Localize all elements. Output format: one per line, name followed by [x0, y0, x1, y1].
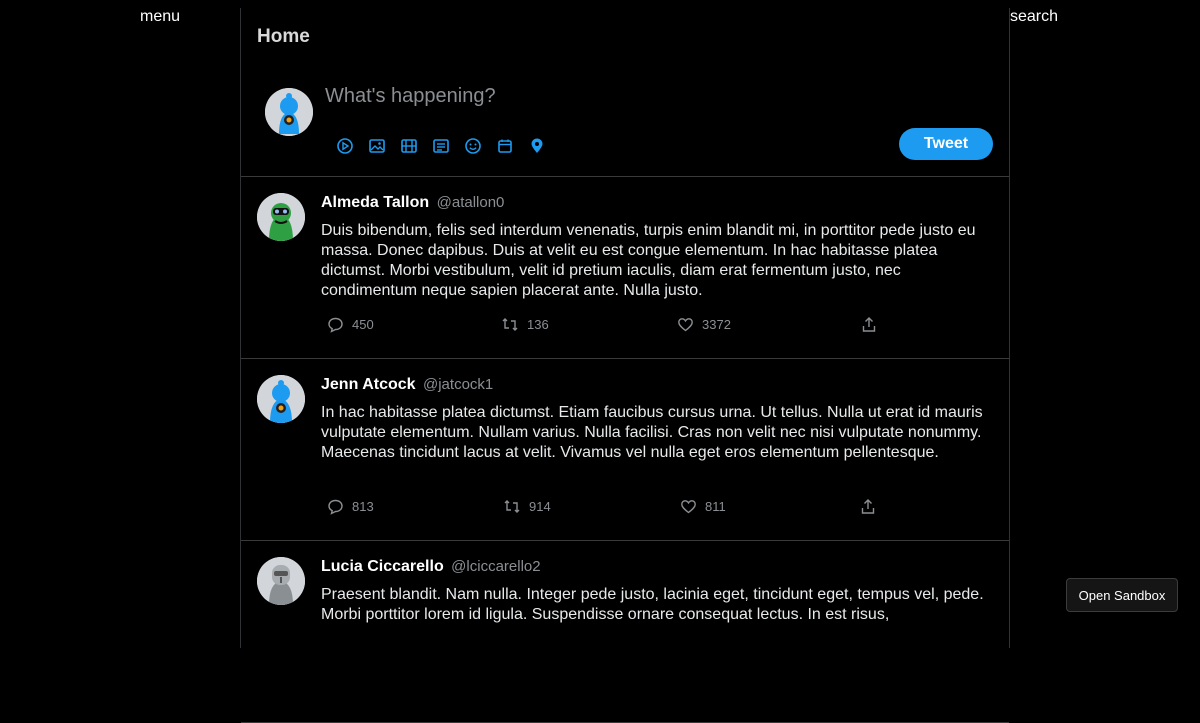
heart-icon [681, 500, 696, 514]
share-icon [861, 499, 875, 514]
retweet-icon [502, 318, 518, 331]
emoji-icon[interactable] [463, 136, 483, 156]
author-handle[interactable]: @lciccarello2 [451, 558, 540, 575]
like-count: 811 [705, 499, 726, 514]
tweet-button[interactable]: Tweet [899, 128, 993, 160]
tweet-text: In hac habitasse platea dictumst. Etiam … [321, 404, 983, 461]
tweet-text: Duis bibendum, felis sed interdum venena… [321, 222, 976, 299]
share-icon [862, 317, 876, 332]
tweet-composer: What's happening? Tweet [241, 68, 1009, 177]
gif-icon[interactable] [335, 136, 355, 156]
reply-button[interactable]: 450 [327, 316, 374, 333]
image-icon[interactable] [367, 136, 387, 156]
avatar[interactable] [265, 88, 313, 136]
open-sandbox-button[interactable]: Open Sandbox [1066, 578, 1178, 612]
author-handle[interactable]: @jatcock1 [423, 376, 493, 393]
like-button[interactable]: 3372 [677, 316, 731, 333]
avatar[interactable] [257, 193, 305, 241]
film-icon[interactable] [399, 136, 419, 156]
main-timeline: Home What's happening? Tweet Almeda Tall… [240, 8, 1010, 723]
like-button[interactable]: 811 [680, 498, 726, 515]
author-handle[interactable]: @atallon0 [437, 194, 505, 211]
tweet-header: Almeda Tallon @atallon0 [321, 194, 504, 212]
reply-count: 450 [352, 317, 374, 332]
tweet-text: Praesent blandit. Nam nulla. Integer ped… [321, 586, 984, 623]
reply-icon [328, 317, 343, 333]
retweet-count: 914 [529, 499, 551, 514]
tweet-actions: 450 136 3372 [327, 316, 887, 334]
menu-link[interactable]: menu [140, 8, 180, 26]
tweet-item[interactable]: Jenn Atcock @jatcock1 In hac habitasse p… [241, 359, 1009, 541]
reply-button[interactable]: 813 [327, 498, 374, 515]
retweet-count: 136 [527, 317, 549, 332]
author-name[interactable]: Almeda Tallon [321, 194, 429, 211]
reply-count: 813 [352, 499, 374, 514]
poll-icon[interactable] [431, 136, 451, 156]
author-name[interactable]: Lucia Ciccarello [321, 558, 444, 575]
author-name[interactable]: Jenn Atcock [321, 376, 416, 393]
tweet-header: Jenn Atcock @jatcock1 [321, 376, 493, 394]
avatar[interactable] [257, 557, 305, 605]
compose-input[interactable]: What's happening? [325, 85, 496, 108]
reply-icon [328, 499, 343, 515]
tweet-item[interactable]: Almeda Tallon @atallon0 Duis bibendum, f… [241, 177, 1009, 359]
retweet-icon [504, 500, 520, 513]
tweet-header: Lucia Ciccarello @lciccarello2 [321, 558, 541, 576]
search-link[interactable]: search [1010, 8, 1058, 26]
tweet-actions: 813 914 811 [327, 498, 887, 516]
tweet-item[interactable]: Lucia Ciccarello @lciccarello2 Praesent … [241, 541, 1009, 723]
share-button[interactable] [860, 498, 876, 515]
page-title: Home [257, 26, 310, 47]
share-button[interactable] [861, 316, 877, 333]
compose-toolbar [335, 136, 547, 156]
schedule-icon[interactable] [495, 136, 515, 156]
retweet-button[interactable]: 914 [503, 498, 551, 515]
location-icon[interactable] [527, 136, 547, 156]
heart-icon [678, 318, 693, 332]
avatar[interactable] [257, 375, 305, 423]
retweet-button[interactable]: 136 [501, 316, 549, 333]
like-count: 3372 [702, 317, 731, 332]
